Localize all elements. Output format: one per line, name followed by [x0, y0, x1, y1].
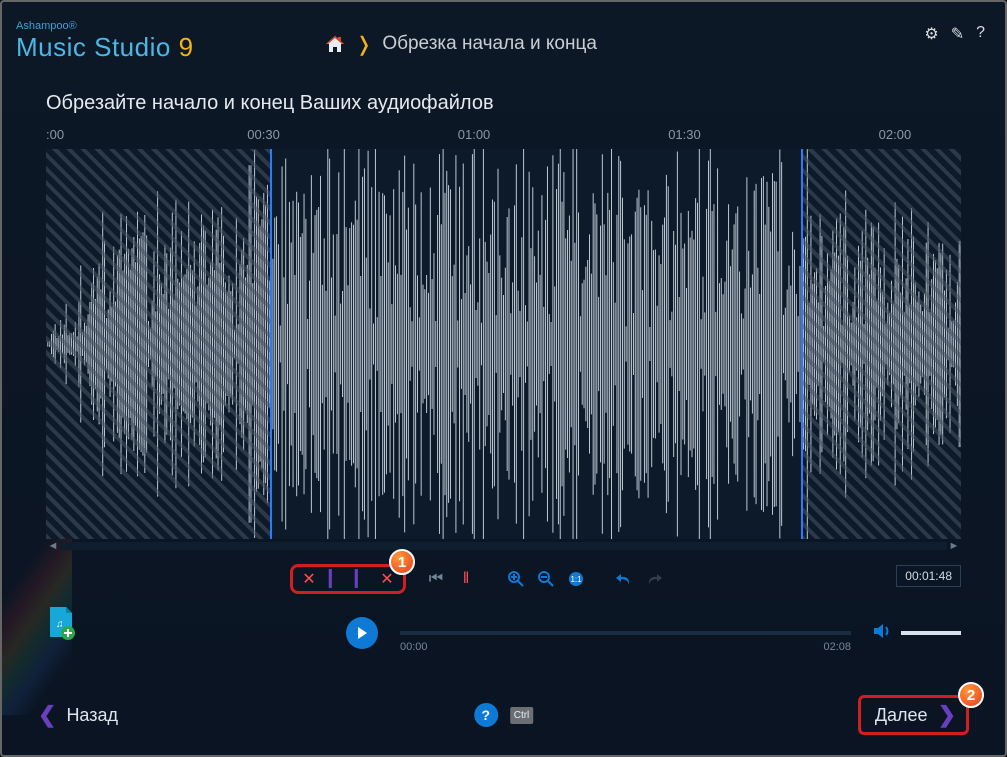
trim-buttons-highlight: ✕ ▎ ▎ ✕ 1 — [290, 564, 406, 594]
footer-nav: ❮ Назад ? Ctrl Далее ❯ 2 — [2, 695, 1005, 735]
add-file-button[interactable]: ♫ — [46, 605, 76, 646]
brand-version: 9 — [179, 32, 194, 62]
playback-bar: ♫ 00:00 02:08 — [46, 613, 961, 653]
playback-track[interactable]: 00:00 02:08 — [400, 631, 851, 635]
svg-text:♫: ♫ — [56, 619, 64, 630]
undo-icon[interactable] — [614, 569, 634, 589]
app-logo: Ashampoo® Music Studio 9 — [16, 20, 194, 63]
chevron-left-icon: ❮ — [38, 702, 56, 728]
waveform-area[interactable]: ✂ ✂ — [46, 149, 961, 539]
back-button[interactable]: ❮ Назад — [38, 702, 118, 728]
ruler-label: 01:00 — [458, 127, 491, 142]
horizontal-scrollbar[interactable]: ◄ ► — [46, 539, 961, 553]
trim-deadzone-right — [801, 149, 961, 539]
ctrl-key-hint[interactable]: Ctrl — [510, 707, 534, 724]
trim-deadzone-left — [46, 149, 270, 539]
ruler-label: 01:30 — [668, 127, 701, 142]
breadcrumb: ❭ Обрезка начала и конца — [324, 32, 597, 57]
playback-current-time: 00:00 — [400, 641, 428, 653]
marker-right-icon[interactable]: ▎ — [351, 569, 371, 589]
app-window: Ashampoo® Music Studio 9 ❭ Обрезка начал… — [0, 0, 1007, 757]
marker-left-icon[interactable]: ▎ — [325, 569, 345, 589]
ruler-label: :00 — [46, 127, 64, 142]
time-ruler: :00 00:30 01:00 01:30 02:00 — [46, 127, 961, 149]
scroll-track[interactable] — [60, 542, 947, 550]
play-button[interactable] — [346, 617, 378, 649]
settings-icon[interactable]: ⚙ — [924, 24, 938, 44]
help-button[interactable]: ? — [474, 703, 498, 727]
callout-2: 2 — [958, 682, 984, 708]
undo-group — [614, 569, 664, 589]
zoom-fit-icon[interactable]: 1:1 — [566, 569, 586, 589]
next-button[interactable]: Далее ❯ 2 — [858, 695, 969, 735]
ruler-label: 00:30 — [247, 127, 280, 142]
zoom-in-icon[interactable] — [506, 569, 526, 589]
volume-slider[interactable] — [901, 631, 961, 635]
chevron-right-icon: ❯ — [938, 702, 956, 728]
playback-total-time: 02:08 — [823, 641, 851, 653]
brand-main: Music Studio 9 — [16, 32, 194, 63]
redo-icon[interactable] — [644, 569, 664, 589]
help-icon[interactable]: ? — [976, 24, 985, 44]
skip-back-icon[interactable]: ⏮ — [426, 569, 446, 589]
back-label: Назад — [66, 705, 118, 726]
range-marker-icon[interactable]: ‖ — [456, 569, 476, 589]
edit-icon[interactable]: ✎ — [951, 24, 964, 44]
next-label: Далее — [875, 705, 928, 726]
home-icon[interactable] — [324, 34, 346, 54]
edit-toolbar: ✕ ▎ ▎ ✕ 1 ⏮ ‖ 1:1 — [46, 559, 961, 599]
brand-text: Music Studio — [16, 32, 179, 62]
chevron-right-icon: ❭ — [356, 32, 373, 57]
page-subtitle: Обрезайте начало и конец Ваших аудиофайл… — [2, 72, 1005, 127]
trim-start-icon[interactable]: ✕ — [299, 569, 319, 589]
zoom-out-icon[interactable] — [536, 569, 556, 589]
scroll-left-icon[interactable]: ◄ — [46, 540, 60, 552]
header: Ashampoo® Music Studio 9 ❭ Обрезка начал… — [2, 2, 1005, 72]
position-time: 00:01:48 — [896, 565, 961, 587]
trim-handle-end[interactable]: ✂ — [801, 149, 803, 539]
ruler-label: 02:00 — [879, 127, 912, 142]
volume-control — [873, 622, 961, 645]
footer-help: ? Ctrl — [474, 703, 534, 727]
svg-text:1:1: 1:1 — [570, 575, 582, 584]
brand-top: Ashampoo® — [16, 20, 194, 32]
header-actions: ⚙ ✎ ? — [924, 24, 985, 44]
timeline: :00 00:30 01:00 01:30 02:00 ✂ ✂ ◄ ► — [46, 127, 961, 553]
scroll-right-icon[interactable]: ► — [947, 540, 961, 552]
trim-handle-start[interactable]: ✂ — [270, 149, 272, 539]
callout-1: 1 — [389, 549, 415, 575]
breadcrumb-title: Обрезка начала и конца — [382, 33, 597, 55]
zoom-group: 1:1 — [506, 569, 586, 589]
speaker-icon[interactable] — [873, 622, 893, 645]
